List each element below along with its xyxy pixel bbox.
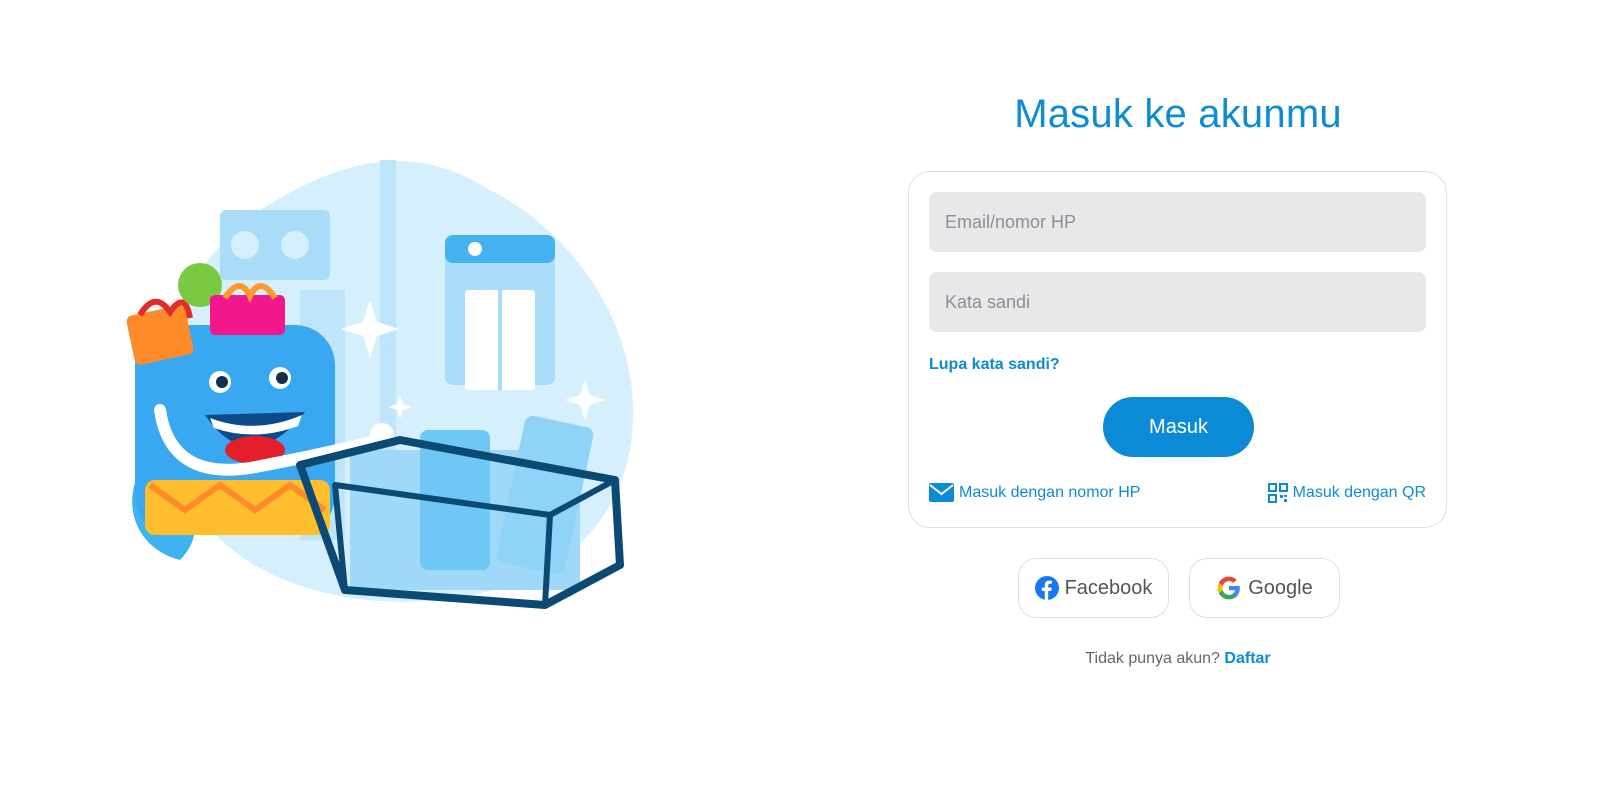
qr-login-link[interactable]: Masuk dengan QR	[1267, 483, 1426, 503]
facebook-icon	[1034, 576, 1059, 600]
login-page: Masuk ke akunmu Lupa kata sandi? Masuk M…	[0, 0, 1613, 807]
google-icon	[1217, 576, 1241, 600]
shopping-mascot-illustration	[126, 160, 634, 609]
login-card: Lupa kata sandi? Masuk Masuk dengan nomo…	[908, 171, 1447, 528]
forgot-password-link[interactable]: Lupa kata sandi?	[929, 356, 1060, 374]
facebook-login-button[interactable]: Facebook	[1018, 558, 1169, 618]
login-button[interactable]: Masuk	[1103, 397, 1254, 457]
signup-prompt: Tidak punya akun? Daftar	[908, 650, 1448, 668]
google-label: Google	[1248, 576, 1313, 599]
qr-code-icon	[1267, 483, 1288, 503]
password-field[interactable]	[929, 272, 1426, 332]
phone-login-link[interactable]: Masuk dengan nomor HP	[929, 483, 1140, 502]
facebook-label: Facebook	[1064, 576, 1153, 599]
qr-login-label: Masuk dengan QR	[1292, 484, 1426, 501]
page-title: Masuk ke akunmu	[1014, 92, 1342, 136]
signup-link[interactable]: Daftar	[1224, 650, 1270, 667]
phone-login-label: Masuk dengan nomor HP	[959, 483, 1141, 501]
envelope-icon	[929, 483, 954, 502]
signup-prompt-text: Tidak punya akun?	[1085, 650, 1220, 667]
google-login-button[interactable]: Google	[1189, 558, 1340, 618]
email-field[interactable]	[929, 192, 1426, 252]
